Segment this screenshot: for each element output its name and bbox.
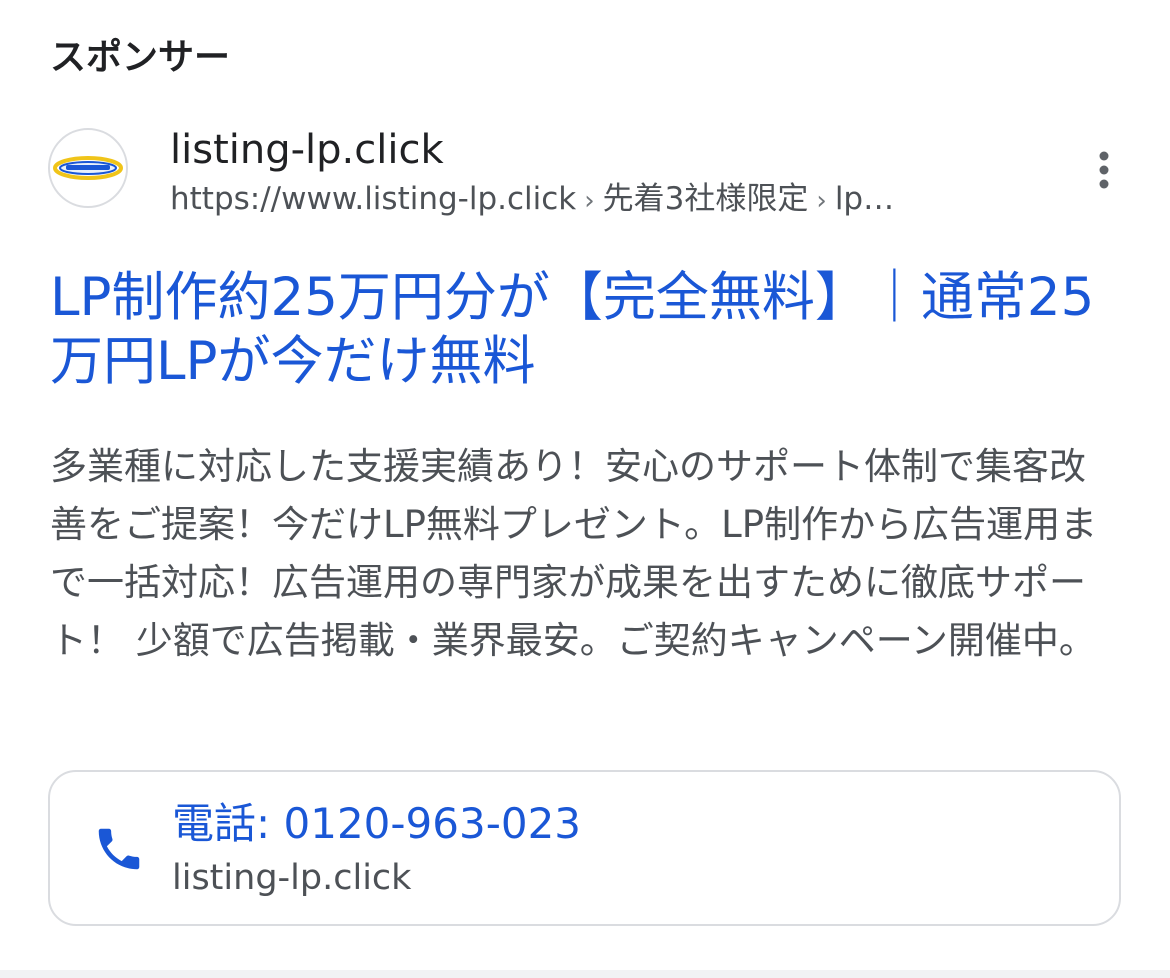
more-vert-icon xyxy=(1099,151,1109,189)
sponsored-label: スポンサー xyxy=(50,37,231,78)
phone-icon xyxy=(98,828,140,870)
site-name[interactable]: listing-lp.click xyxy=(170,126,444,174)
logo-icon xyxy=(53,156,123,180)
ad-headline-link[interactable]: LP制作約25万円分が【完全無料】｜通常25万円LPが今だけ無料 xyxy=(50,266,1125,394)
phone-number-label: 電話: 0120-963-023 xyxy=(172,799,582,848)
site-favicon[interactable] xyxy=(48,128,128,208)
url-crumb: 先着3社様限定 xyxy=(602,181,809,217)
breadcrumb-separator: › xyxy=(816,186,827,216)
ad-description: 多業種に対応した支援実績あり！安心のサポート体制で集客改善をご提案！今だけLP無… xyxy=(50,445,1098,662)
url-crumb: lp… xyxy=(834,181,895,217)
phone-domain: listing-lp.click xyxy=(172,858,412,898)
more-options-button[interactable] xyxy=(1084,148,1124,192)
call-extension-button[interactable]: 電話: 0120-963-023 listing-lp.click xyxy=(48,770,1121,926)
breadcrumb-separator: › xyxy=(584,186,595,216)
display-url[interactable]: https://www.listing-lp.click › 先着3社様限定 › lp… xyxy=(170,178,1060,222)
url-base: https://www.listing-lp.click xyxy=(170,181,577,217)
divider xyxy=(0,970,1170,978)
